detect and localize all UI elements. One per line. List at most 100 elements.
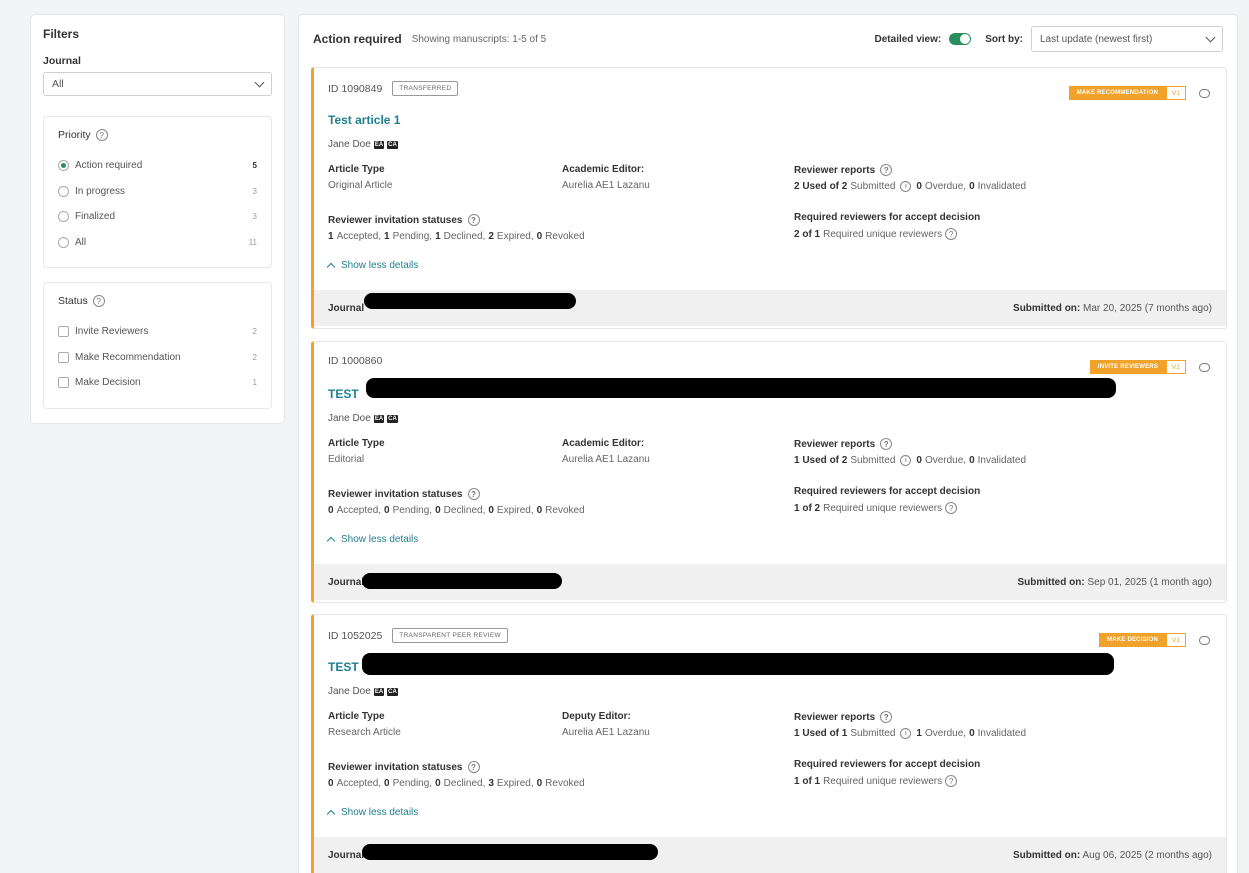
invitation-status-label: Expired, (496, 505, 534, 516)
invitation-count: 0 (536, 505, 543, 516)
article-title[interactable]: TEST (328, 660, 359, 674)
help-icon[interactable]: ? (467, 488, 480, 500)
status-option[interactable]: Invite Reviewers 2 (58, 319, 257, 345)
invitation-statuses-label: Reviewer invitation statuses (328, 488, 463, 500)
invitation-statuses: 1 Accepted, 1 Pending, 1 Declined, 2 Expired… (328, 231, 585, 242)
help-icon[interactable]: ? (95, 129, 108, 141)
help-icon[interactable]: ? (880, 711, 893, 723)
invitation-count: 3 (488, 778, 494, 789)
action-badge[interactable]: INVITE REVIEWERS (1089, 360, 1167, 374)
priority-option[interactable]: All 11 (58, 230, 257, 256)
help-icon[interactable]: ? (467, 214, 480, 226)
detailed-view-toggle[interactable] (949, 33, 972, 45)
invitation-status-label: Accepted, (336, 231, 382, 242)
invitation-status-label: Revoked (545, 231, 585, 242)
comment-icon[interactable] (1199, 362, 1210, 372)
show-less-details-button[interactable]: Show less details (326, 807, 418, 819)
journal-name: Journal (328, 576, 365, 588)
radio-button[interactable] (58, 211, 69, 223)
invitation-count: 0 (536, 231, 543, 242)
role-tag: EA (373, 140, 385, 149)
required-text: Required unique reviewers (823, 228, 943, 240)
priority-option[interactable]: In progress 3 (58, 179, 257, 205)
action-badge[interactable]: MAKE DECISION (1099, 633, 1167, 647)
invitation-count: 0 (328, 778, 334, 789)
version-badge: V1 (1166, 633, 1186, 647)
status-option-count: 2 (252, 352, 257, 362)
show-less-details-button[interactable]: Show less details (326, 260, 419, 272)
article-type-value: Original Article (328, 180, 393, 191)
status-option-label: Make Recommendation (75, 351, 181, 363)
info-icon[interactable]: i (900, 455, 912, 466)
sort-select[interactable]: Last update (newest first) (1031, 26, 1223, 52)
author-name: Jane Doe (328, 686, 371, 697)
article-title[interactable]: Test article 1 (328, 113, 400, 127)
comment-icon[interactable] (1199, 635, 1210, 645)
article-type-label: Article Type (328, 164, 385, 175)
chevron-up-icon (326, 262, 336, 272)
status-option[interactable]: Make Recommendation 2 (58, 345, 257, 371)
show-less-label: Show less details (341, 260, 419, 271)
reviewer-reports-label: Reviewer reports (794, 164, 876, 176)
manuscript-card: ID 1090849 TRANSFERRED MAKE RECOMMENDATIO… (311, 67, 1227, 329)
invitation-status-label: Declined, (443, 231, 486, 242)
info-icon[interactable]: i (900, 181, 912, 192)
reports-invalid-count: 0 (969, 728, 975, 739)
invitation-status-label: Revoked (545, 778, 585, 789)
help-icon[interactable]: ? (945, 502, 958, 514)
author: Jane Doe EA CA (328, 139, 398, 150)
show-less-details-button[interactable]: Show less details (326, 534, 418, 546)
status-filter: Status ? Invite Reviewers 2 Make Recommen… (43, 282, 272, 409)
manuscript-tag: TRANSPARENT PEER REVIEW (392, 628, 508, 643)
submitted-date: Aug 06, 2025 (2 months ago) (1082, 849, 1212, 861)
editor-value: Aurelia AE1 Lazanu (562, 180, 650, 191)
reports-overdue-label: Overdue, (924, 455, 967, 466)
invitation-count: 2 (488, 231, 494, 242)
checkbox[interactable] (58, 351, 69, 363)
invitation-status-label: Accepted, (336, 778, 382, 789)
reports-invalid-count: 0 (969, 455, 975, 466)
status-option-label: Make Decision (75, 377, 141, 389)
help-icon[interactable]: ? (467, 761, 480, 773)
invitation-status-label: Expired, (496, 778, 534, 789)
showing-count: Showing manuscripts: 1-5 of 5 (411, 33, 547, 45)
action-badge[interactable]: MAKE RECOMMENDATION (1068, 86, 1167, 100)
reports-submitted: Submitted (850, 728, 896, 739)
comment-icon[interactable] (1199, 88, 1210, 98)
version-badge: V2 (1166, 360, 1186, 374)
role-tag: CA (387, 140, 398, 149)
reports-submitted: Submitted (850, 181, 896, 192)
page-title: Action required (313, 32, 402, 46)
redaction-mark (362, 844, 658, 860)
manuscripts-panel: Action required Showing manuscripts: 1-5… (298, 14, 1238, 873)
submitted-label: Submitted on: (1017, 576, 1085, 588)
status-option[interactable]: Make Decision 1 (58, 370, 257, 396)
submitted-label: Submitted on: (1013, 849, 1081, 861)
priority-option[interactable]: Finalized 3 (58, 204, 257, 230)
priority-option[interactable]: Action required 5 (58, 153, 257, 179)
invitation-count: 0 (435, 505, 441, 516)
radio-button[interactable] (58, 236, 69, 248)
invitation-status-label: Pending, (392, 505, 433, 516)
help-icon[interactable]: ? (880, 164, 893, 176)
checkbox[interactable] (58, 377, 69, 389)
reports-invalid-label: Invalidated (977, 728, 1027, 739)
help-icon[interactable]: ? (945, 775, 958, 787)
article-type-label: Article Type (328, 711, 385, 722)
radio-button[interactable] (58, 185, 69, 197)
help-icon[interactable]: ? (92, 295, 105, 307)
checkbox[interactable] (58, 326, 69, 338)
info-icon[interactable]: i (900, 728, 912, 739)
invitation-count: 1 (384, 231, 390, 242)
journal-label: Journal (43, 55, 81, 67)
journal-select[interactable]: All (43, 72, 272, 96)
article-type-label: Article Type (328, 438, 385, 449)
article-title[interactable]: TEST (328, 387, 359, 401)
help-icon[interactable]: ? (945, 228, 958, 240)
radio-button[interactable] (58, 160, 69, 172)
invitation-status-label: Pending, (392, 778, 433, 789)
help-icon[interactable]: ? (880, 438, 893, 450)
invitation-statuses-label: Reviewer invitation statuses (328, 761, 463, 773)
status-title: Status (58, 295, 88, 307)
reviewer-reports-label: Reviewer reports (794, 438, 876, 450)
